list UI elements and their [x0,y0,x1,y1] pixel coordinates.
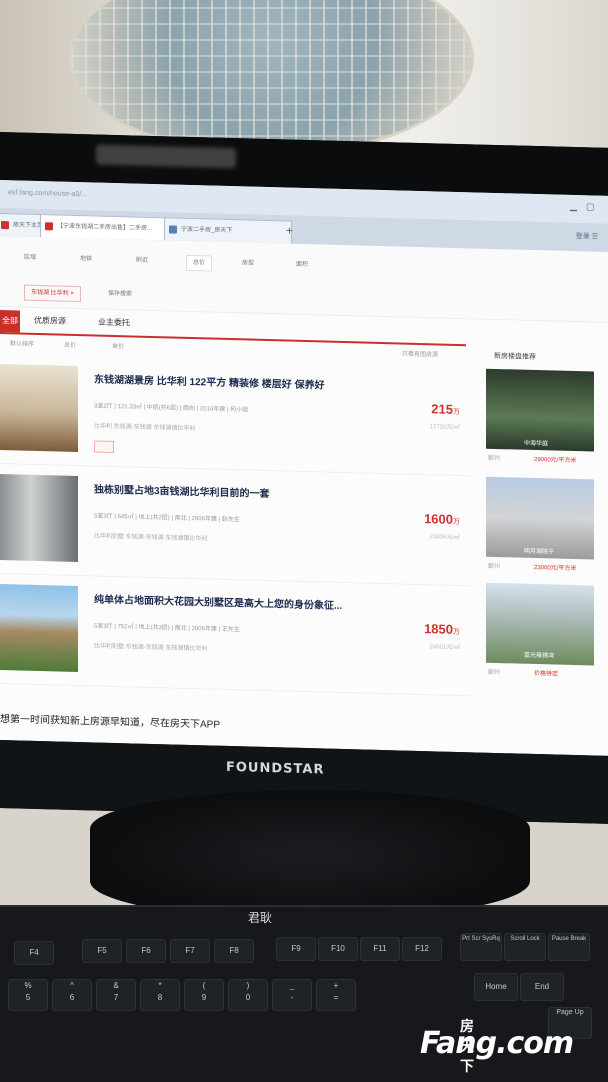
tab-quality[interactable]: 优质房源 [34,315,66,327]
filter-panel: 区域 地铁 附近 总价 房型 面积 东钱湖 比华利 × 保存搜索 [0,236,608,323]
listing-price: 1850万 [424,621,460,637]
key-f4[interactable]: F4 [14,941,54,965]
key-f8[interactable]: F8 [214,939,254,963]
key-pause-break[interactable]: Pause Break [548,933,590,961]
key-8[interactable]: * 8 [140,979,180,1011]
sidebar-card-location: 鄞州 [488,669,501,677]
listing-meta: 5室3厅 | 752㎡ | 地上(共3层) | 南北 | 2006年建 | 王先… [94,623,240,634]
listing-unit-price: 17720元/㎡ [429,424,460,432]
sidebar-card[interactable]: 中海华庭 鄞州 29000元/平方米 [486,368,600,472]
sidebar-card-price: 23000元/平方米 [534,564,577,573]
save-search-link[interactable]: 保存搜索 [108,287,132,302]
key-f7[interactable]: F7 [170,939,210,963]
minimize-icon[interactable]: ▁ [570,201,577,212]
key-print-screen[interactable]: Prt Scr SysRq [460,933,502,961]
sidebar-card-name: 明月湖院子 [524,548,555,556]
listing-item[interactable]: 东钱湖湖景房 比华利 122平方 精装修 楼层好 保养好 3室2厅 | 121.… [0,358,470,477]
key-f12[interactable]: F12 [402,937,442,961]
listing-photo[interactable] [0,584,78,673]
listing-photo[interactable] [0,364,78,453]
listing-unit-price: 24806元/㎡ [429,534,460,542]
sidebar-card-location: 鄞州 [488,455,501,463]
favicon-icon [169,225,177,234]
key-f5[interactable]: F5 [82,939,122,963]
keyboard-brand: 君耿 [248,911,273,925]
filter-area[interactable]: 面积 [296,258,308,272]
photo-only-toggle[interactable]: 只看有图房源 [402,349,438,359]
sidebar-title: 新房楼盘推荐 [494,352,536,362]
browser-tab[interactable]: 宁波二手房_房天下 [164,217,292,244]
key-9[interactable]: ( 9 [184,979,224,1011]
key-5[interactable]: % 5 [8,979,48,1011]
filter-price[interactable]: 总价 [186,254,213,272]
app-promo-banner[interactable]: 想第一时间获知新上房源早知道，尽在房天下APP [0,710,220,731]
sidebar-card[interactable]: 蓝光雍锦湾 鄞州 价格待定 [486,582,600,686]
sidebar-card-location: 鄞州 [488,563,501,571]
key-f9[interactable]: F9 [276,937,316,961]
sidebar-card[interactable]: 明月湖院子 鄞州 23000元/平方米 [486,476,600,580]
listing-location[interactable]: 比华利别墅 东钱湖-东钱湖 东钱湖镇比华利 [94,640,207,652]
sort-unit[interactable]: 单价 [112,341,124,350]
maximize-icon[interactable]: ▢ [586,201,595,212]
sort-default[interactable]: 默认排序 [10,338,34,348]
selected-filter-chip[interactable]: 东钱湖 比华利 × [24,284,81,303]
listing-title[interactable]: 纯单体占地面积大花园大别墅区是高大上您的身份象征... [94,590,342,612]
listing-title[interactable]: 东钱湖湖景房 比华利 122平方 精装修 楼层好 保养好 [94,370,325,391]
monitor-brand-logo: FOUNDSTAR [226,759,325,778]
key-7[interactable]: & 7 [96,979,136,1011]
key-scroll-lock[interactable]: Scroll Lock [504,933,546,961]
watermark-en: Fang.com [420,1026,574,1061]
bezel-reflection [96,144,236,169]
favicon-icon [1,221,9,230]
filter-nearby[interactable]: 附近 [136,254,148,268]
key-end[interactable]: End [520,973,564,1001]
key-equals[interactable]: + = [316,979,356,1011]
filter-subway[interactable]: 地铁 [80,252,92,266]
sort-total[interactable]: 总价 [64,340,76,349]
listing-location[interactable]: 比华利 东钱湖-东钱湖 东钱湖镇比华利 [94,420,195,432]
listing-meta: 3室2厅 | 121.33㎡ | 中层(共6层) | 南向 | 2016年建 |… [94,403,249,414]
listing-price: 215万 [431,401,460,417]
monitor-stand [90,790,530,920]
listing-photo[interactable] [0,474,78,563]
key-f10[interactable]: F10 [318,937,358,961]
tab-owner[interactable]: 业主委托 [98,317,130,329]
tab-all[interactable]: 全部 [0,310,20,333]
listing-title[interactable]: 独栋别墅占地3亩钱湖比华利目前的一套 [94,480,270,500]
url-text[interactable]: esf.fang.com/house-a0/... [8,186,128,203]
sidebar-card-price: 29000元/平方米 [534,456,577,465]
listing-meta: 5室3厅 | 645㎡ | 地上(共2层) | 南北 | 2006年建 | 赵先… [94,513,240,524]
key-minus[interactable]: _ - [272,979,312,1011]
favicon-icon [45,222,53,231]
sidebar-card-name: 中海华庭 [524,440,549,448]
browser-toolbar-right[interactable]: 登录 ☰ [576,231,598,242]
key-f6[interactable]: F6 [126,939,166,963]
filter-region[interactable]: 区域 [24,251,36,265]
key-0[interactable]: ) 0 [228,979,268,1011]
listing-unit-price: 24601元/㎡ [429,644,460,652]
new-tab-icon[interactable]: + [286,223,293,237]
filter-type[interactable]: 房型 [242,256,254,270]
listing-price: 1600万 [424,511,460,527]
listing-item[interactable]: 独栋别墅占地3亩钱湖比华利目前的一套 5室3厅 | 645㎡ | 地上(共2层)… [0,468,470,587]
monitor-screen: esf.fang.com/house-a0/... ▁ ▢ 房天下主页 【宁波东… [0,180,608,756]
key-6[interactable]: ^ 6 [52,979,92,1011]
listing-item[interactable]: 纯单体占地面积大花园大别墅区是高大上您的身份象征... 5室3厅 | 752㎡ … [0,578,470,697]
key-f11[interactable]: F11 [360,937,400,961]
listing-location[interactable]: 比华利别墅 东钱湖-东钱湖 东钱湖镇比华利 [94,530,207,542]
listing-tag [94,440,114,453]
monitor: esf.fang.com/house-a0/... ▁ ▢ 房天下主页 【宁波东… [0,132,608,824]
sidebar-card-price: 价格待定 [534,670,559,678]
sidebar-card-name: 蓝光雍锦湾 [524,652,555,660]
key-home[interactable]: Home [474,973,518,1001]
